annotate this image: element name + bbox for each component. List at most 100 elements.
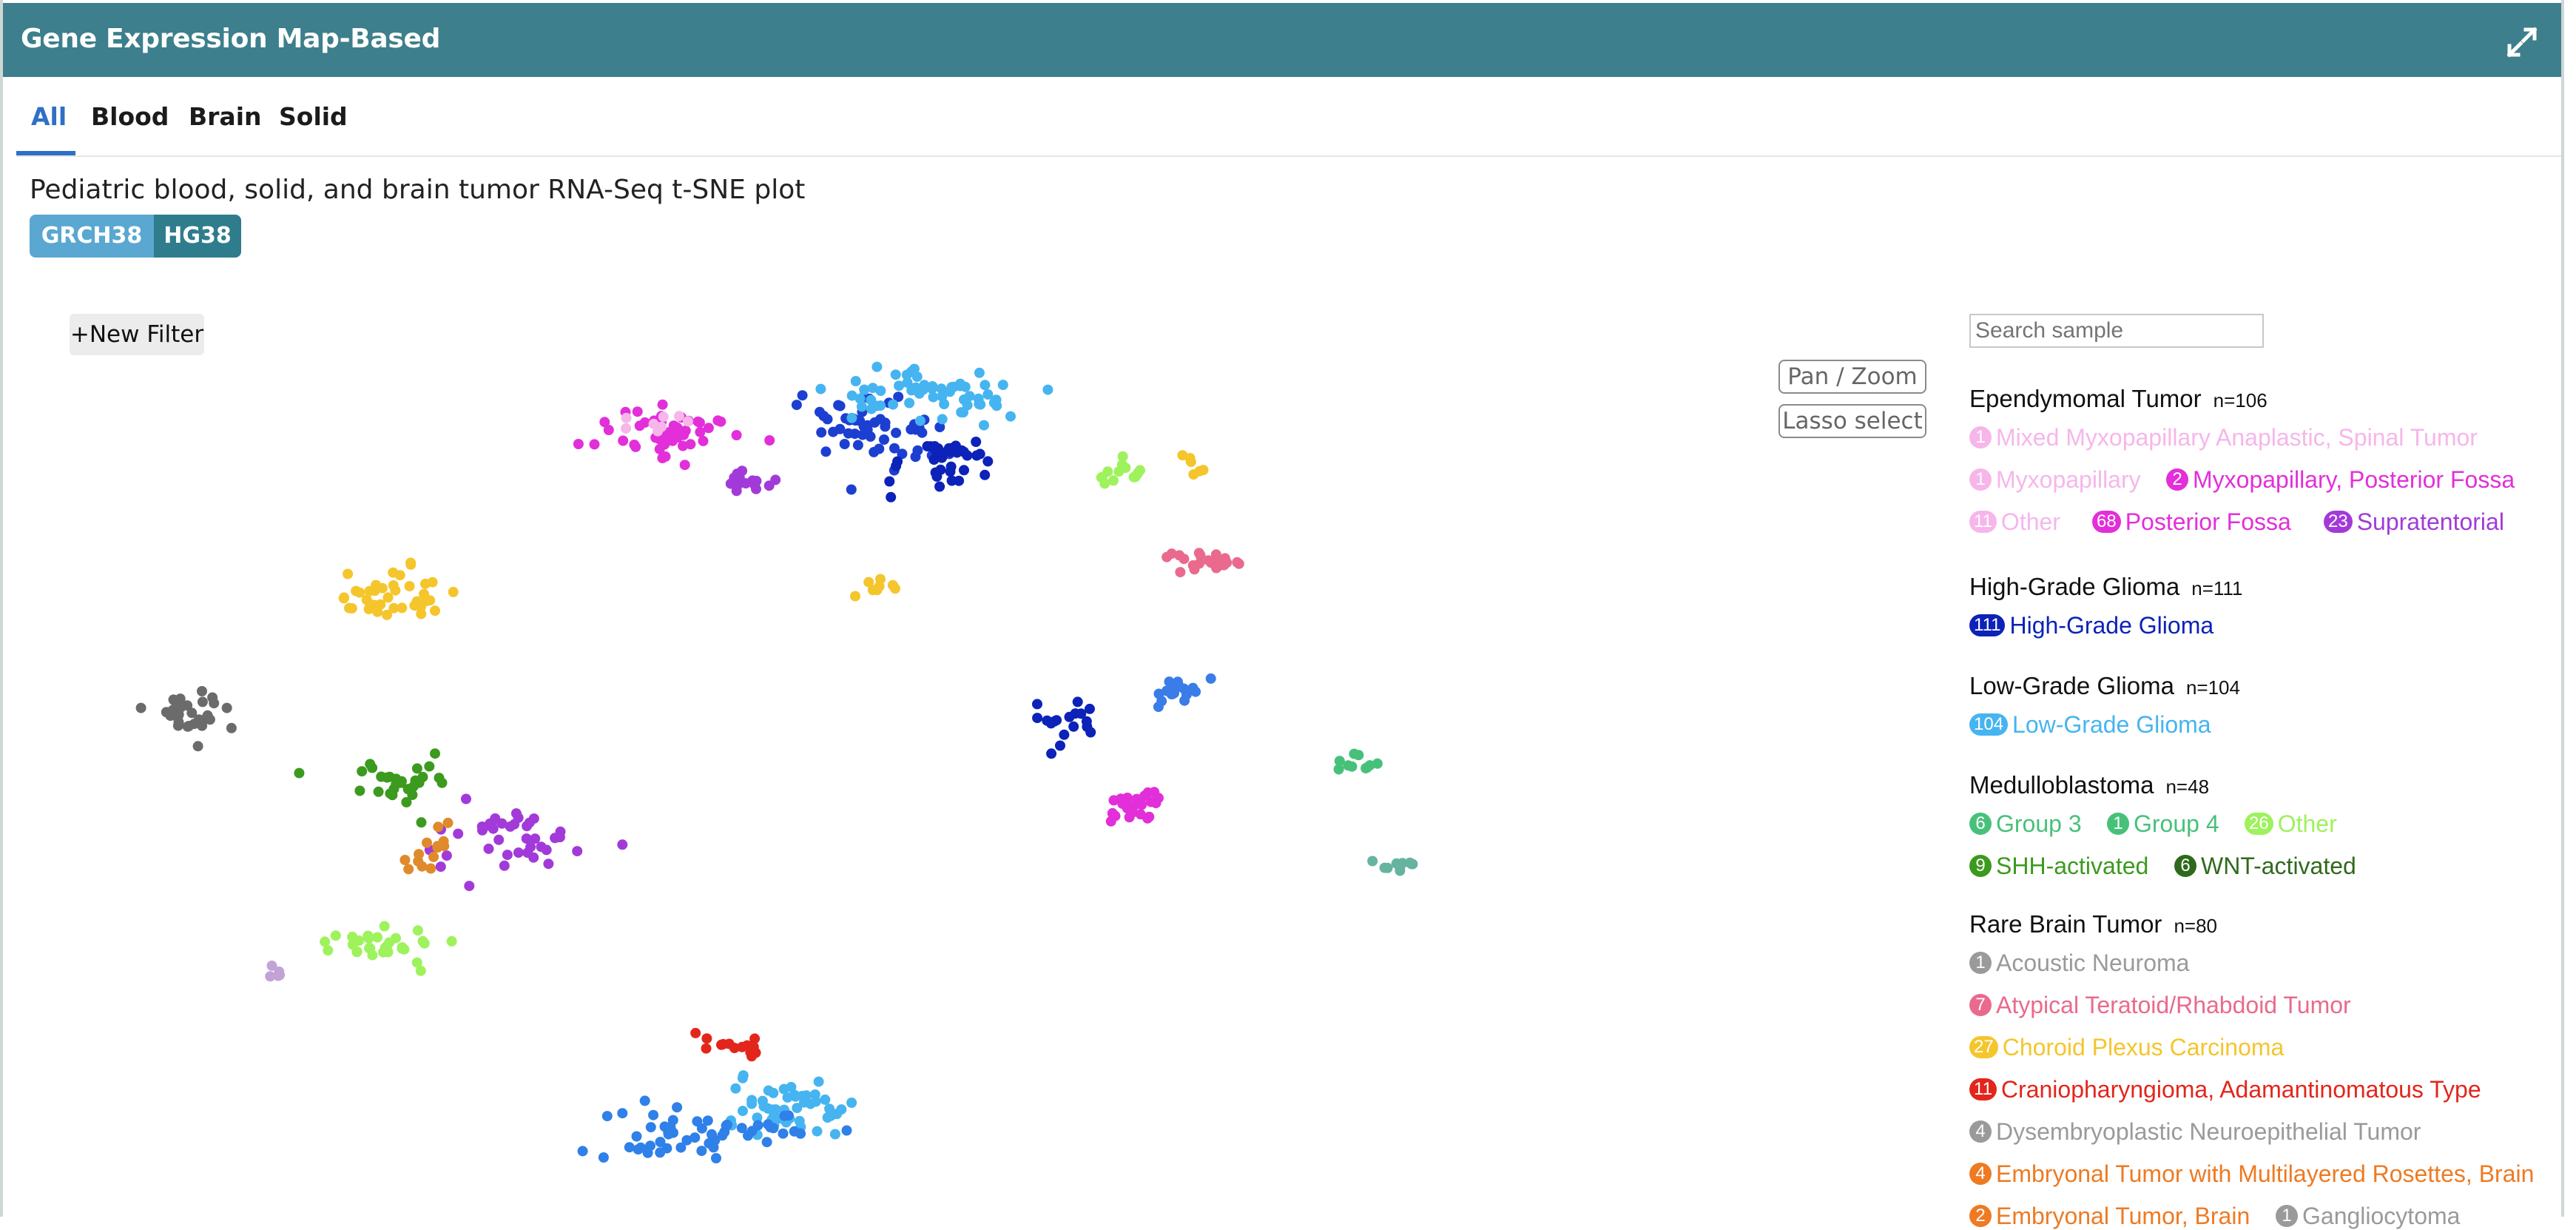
data-point[interactable]	[836, 1104, 847, 1115]
data-point[interactable]	[679, 460, 690, 471]
data-point[interactable]	[1139, 790, 1150, 801]
data-point[interactable]	[376, 771, 387, 782]
legend-item[interactable]: 1 Group 4	[2107, 810, 2219, 838]
data-point[interactable]	[890, 583, 900, 594]
data-point[interactable]	[436, 777, 448, 788]
data-point[interactable]	[946, 382, 957, 393]
data-point[interactable]	[572, 846, 583, 857]
data-point[interactable]	[419, 938, 430, 949]
data-point[interactable]	[391, 773, 402, 784]
data-point[interactable]	[812, 1126, 823, 1137]
data-point[interactable]	[430, 605, 440, 616]
data-point[interactable]	[1404, 857, 1415, 868]
data-point[interactable]	[763, 1085, 774, 1096]
data-point[interactable]	[737, 1041, 747, 1052]
data-point[interactable]	[424, 761, 435, 772]
data-point[interactable]	[731, 485, 742, 497]
data-point[interactable]	[815, 383, 826, 394]
legend-item[interactable]: 1 Mixed Myxopapillary Anaplastic, Spinal …	[1969, 424, 2478, 451]
data-point[interactable]	[357, 766, 368, 777]
data-point[interactable]	[1190, 686, 1201, 697]
data-point[interactable]	[931, 471, 943, 482]
data-point[interactable]	[731, 430, 742, 440]
data-point[interactable]	[435, 861, 446, 873]
data-point[interactable]	[645, 1122, 656, 1133]
data-point[interactable]	[696, 1123, 707, 1134]
data-point[interactable]	[397, 602, 408, 614]
data-point[interactable]	[135, 702, 146, 713]
data-point[interactable]	[763, 1119, 774, 1130]
legend-item[interactable]: 4 Embryonal Tumor with Multilayered Roset…	[1969, 1160, 2534, 1188]
data-point[interactable]	[730, 1083, 741, 1094]
data-point[interactable]	[344, 602, 354, 614]
data-point[interactable]	[683, 416, 693, 427]
data-point[interactable]	[1059, 729, 1070, 740]
legend-item[interactable]: 23 Supratentorial	[2324, 508, 2504, 536]
data-point[interactable]	[820, 1094, 831, 1105]
data-point[interactable]	[343, 568, 354, 579]
data-point[interactable]	[888, 399, 899, 410]
data-point[interactable]	[197, 696, 208, 708]
data-point[interactable]	[1116, 459, 1127, 470]
legend-item[interactable]: 4 Dysembryoplastic Neuroepithelial Tumor	[1969, 1118, 2421, 1146]
data-point[interactable]	[1153, 688, 1164, 699]
data-point[interactable]	[875, 414, 886, 425]
data-point[interactable]	[1391, 858, 1402, 869]
data-point[interactable]	[323, 945, 334, 956]
tab-blood[interactable]: Blood	[91, 102, 169, 131]
data-point[interactable]	[1068, 721, 1079, 732]
data-point[interactable]	[658, 411, 669, 423]
data-point[interactable]	[339, 592, 350, 603]
data-point[interactable]	[1051, 715, 1062, 726]
data-point[interactable]	[446, 935, 457, 947]
data-point[interactable]	[954, 475, 965, 486]
data-point[interactable]	[891, 427, 902, 438]
data-point[interactable]	[1042, 715, 1053, 726]
data-point[interactable]	[971, 437, 982, 447]
data-point[interactable]	[975, 399, 986, 410]
data-point[interactable]	[483, 843, 494, 854]
data-point[interactable]	[391, 932, 401, 944]
data-point[interactable]	[441, 850, 452, 861]
data-point[interactable]	[991, 400, 1002, 411]
data-point[interactable]	[904, 397, 915, 409]
legend-item[interactable]: 2 Myxopapillary, Posterior Fossa	[2166, 466, 2515, 494]
legend-item[interactable]: 9 SHH-activated	[1969, 853, 2148, 880]
data-point[interactable]	[934, 481, 945, 492]
data-point[interactable]	[701, 1043, 712, 1054]
data-point[interactable]	[1042, 384, 1053, 395]
data-point[interactable]	[1367, 856, 1378, 867]
legend-item[interactable]: 26 Other	[2245, 810, 2337, 838]
data-point[interactable]	[419, 588, 429, 599]
data-point[interactable]	[655, 1137, 666, 1147]
data-point[interactable]	[690, 1027, 701, 1038]
data-point[interactable]	[922, 441, 933, 451]
data-point[interactable]	[979, 420, 989, 431]
data-point[interactable]	[850, 591, 860, 602]
data-point[interactable]	[1184, 453, 1196, 463]
data-point[interactable]	[850, 376, 861, 386]
data-point[interactable]	[1175, 567, 1186, 578]
data-point[interactable]	[167, 705, 178, 716]
data-point[interactable]	[1164, 676, 1175, 688]
data-point[interactable]	[1132, 468, 1143, 480]
data-point[interactable]	[477, 824, 488, 836]
data-point[interactable]	[818, 411, 829, 421]
data-point[interactable]	[364, 585, 375, 596]
data-point[interactable]	[828, 426, 839, 437]
data-point[interactable]	[536, 841, 547, 853]
data-point[interactable]	[1218, 559, 1230, 571]
data-point[interactable]	[1153, 793, 1164, 804]
data-point[interactable]	[701, 1033, 712, 1044]
data-point[interactable]	[738, 1070, 749, 1081]
data-point[interactable]	[1085, 727, 1096, 738]
data-point[interactable]	[415, 965, 426, 976]
data-point[interactable]	[820, 446, 832, 457]
data-point[interactable]	[761, 1137, 772, 1148]
data-point[interactable]	[1085, 703, 1095, 714]
data-point[interactable]	[936, 383, 947, 394]
data-point[interactable]	[425, 863, 436, 874]
data-point[interactable]	[696, 1146, 707, 1157]
data-point[interactable]	[912, 445, 923, 456]
data-point[interactable]	[672, 1102, 683, 1113]
